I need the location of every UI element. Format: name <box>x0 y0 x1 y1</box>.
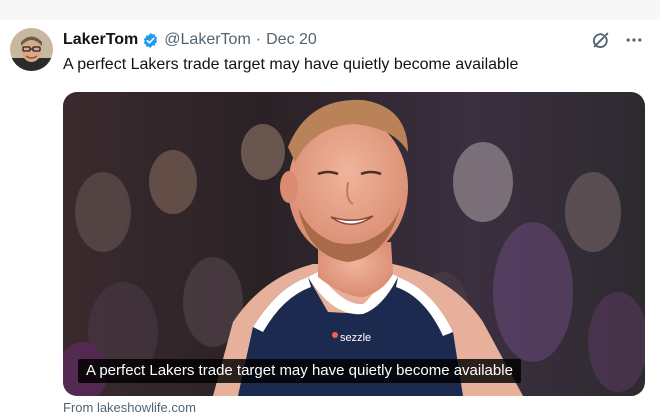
separator-dot: · <box>255 31 262 48</box>
verified-badge-icon <box>142 32 159 49</box>
top-strip <box>0 0 660 20</box>
tweet-text: A perfect Lakers trade target may have q… <box>63 56 519 73</box>
grok-icon[interactable] <box>590 29 612 51</box>
tweet-date[interactable]: Dec 20 <box>266 31 317 49</box>
jersey-brand-text: sezzle <box>340 332 372 344</box>
author-handle[interactable]: @LakerTom <box>164 31 251 49</box>
more-options-icon[interactable] <box>624 30 644 50</box>
link-source[interactable]: From lakeshowlife.com <box>63 400 196 413</box>
tweet-header: LakerTom @LakerTom · Dec 20 <box>63 30 317 50</box>
tweet-actions <box>590 29 644 51</box>
author-name[interactable]: LakerTom <box>63 31 138 49</box>
avatar[interactable] <box>10 28 53 71</box>
tweet-media-image[interactable]: sezzle <box>63 92 645 396</box>
media-caption: A perfect Lakers trade target may have q… <box>78 359 521 383</box>
